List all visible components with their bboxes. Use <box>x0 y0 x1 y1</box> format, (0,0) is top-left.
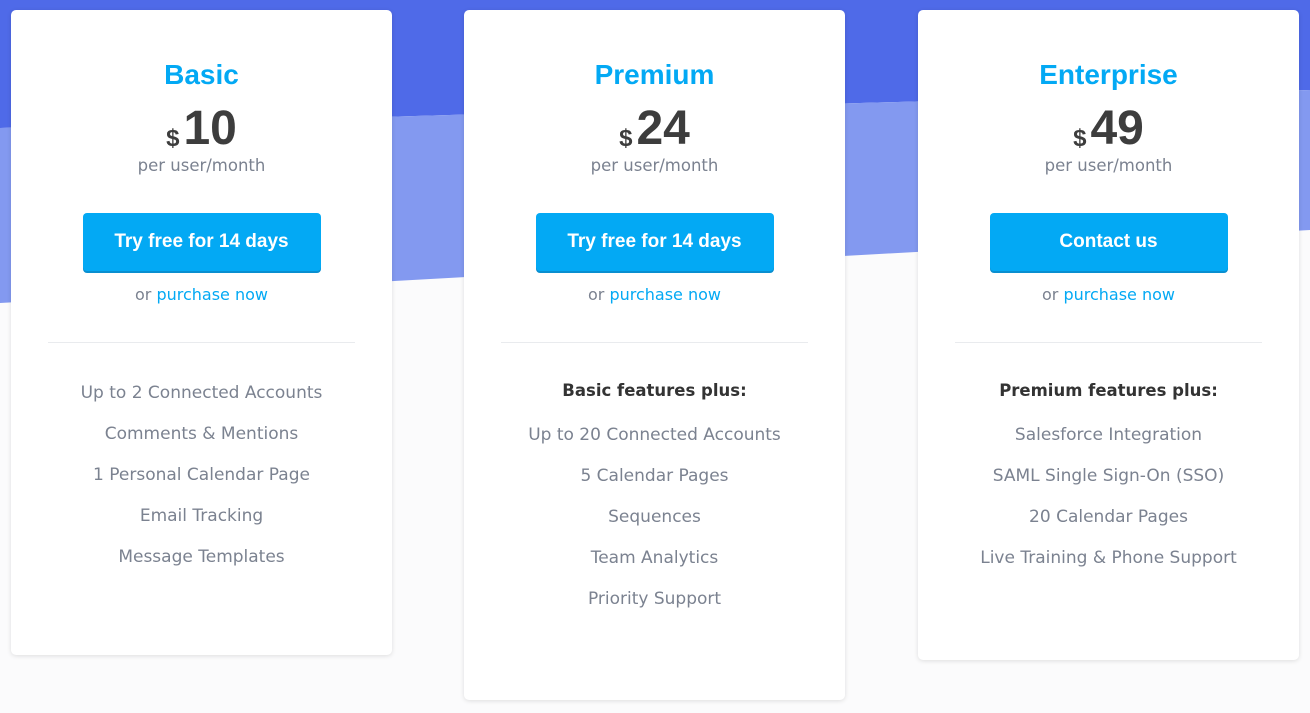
feature-item: Up to 2 Connected Accounts <box>80 383 323 403</box>
cta-button[interactable]: Try free for 14 days <box>535 213 774 271</box>
price-period: per user/month <box>1044 156 1173 175</box>
plan-title: Enterprise <box>1039 59 1178 90</box>
price-amount: 10 <box>183 102 237 155</box>
divider <box>48 342 355 343</box>
plan-title: Basic <box>164 59 239 90</box>
purchase-now-link[interactable]: purchase now <box>1063 285 1175 304</box>
price-period: per user/month <box>137 156 266 175</box>
feature-list: Basic features plus: Up to 20 Connected A… <box>464 381 845 628</box>
purchase-line: or purchase now <box>918 285 1299 304</box>
feature-item: Priority Support <box>587 589 722 609</box>
feature-item: 5 Calendar Pages <box>580 466 729 486</box>
feature-list: Premium features plus: Salesforce Integra… <box>918 381 1299 587</box>
feature-item: Comments & Mentions <box>104 424 299 444</box>
feature-item: 1 Personal Calendar Page <box>93 465 310 485</box>
plan-price: $10 <box>11 104 392 154</box>
feature-item: SAML Single Sign-On (SSO) <box>992 466 1225 486</box>
feature-item: Sequences <box>608 507 701 527</box>
feature-item: 20 Calendar Pages <box>1029 507 1188 527</box>
feature-list: Up to 2 Connected Accounts Comments & Men… <box>11 381 392 586</box>
or-text: or <box>1041 285 1059 304</box>
plan-price: $24 <box>464 104 845 154</box>
purchase-line: or purchase now <box>11 285 392 304</box>
plan-card-premium: Premium $24 per user/month Try free for … <box>464 10 845 700</box>
purchase-now-link[interactable]: purchase now <box>609 285 721 304</box>
currency-symbol: $ <box>619 125 633 152</box>
divider <box>955 342 1262 343</box>
cta-button[interactable]: Contact us <box>989 213 1228 271</box>
currency-symbol: $ <box>1073 125 1087 152</box>
plan-price: $49 <box>918 104 1299 154</box>
feature-item: Up to 20 Connected Accounts <box>528 425 781 445</box>
or-text: or <box>587 285 605 304</box>
features-heading: Premium features plus: <box>999 381 1218 400</box>
feature-item: Live Training & Phone Support <box>980 548 1237 568</box>
plan-card-enterprise: Enterprise $49 per user/month Contact us… <box>918 10 1299 660</box>
currency-symbol: $ <box>166 125 180 152</box>
cta-button[interactable]: Try free for 14 days <box>82 213 321 271</box>
price-amount: 49 <box>1090 102 1144 155</box>
plan-title: Premium <box>594 59 715 90</box>
or-text: or <box>134 285 152 304</box>
feature-item: Message Templates <box>118 547 285 567</box>
plan-card-basic: Basic $10 per user/month Try free for 14… <box>11 10 392 655</box>
feature-item: Email Tracking <box>139 506 264 526</box>
purchase-line: or purchase now <box>464 285 845 304</box>
price-period: per user/month <box>590 156 719 175</box>
feature-item: Salesforce Integration <box>1014 425 1203 445</box>
purchase-now-link[interactable]: purchase now <box>156 285 268 304</box>
price-amount: 24 <box>636 102 690 155</box>
features-heading: Basic features plus: <box>562 381 747 400</box>
feature-item: Team Analytics <box>590 548 719 568</box>
divider <box>501 342 808 343</box>
